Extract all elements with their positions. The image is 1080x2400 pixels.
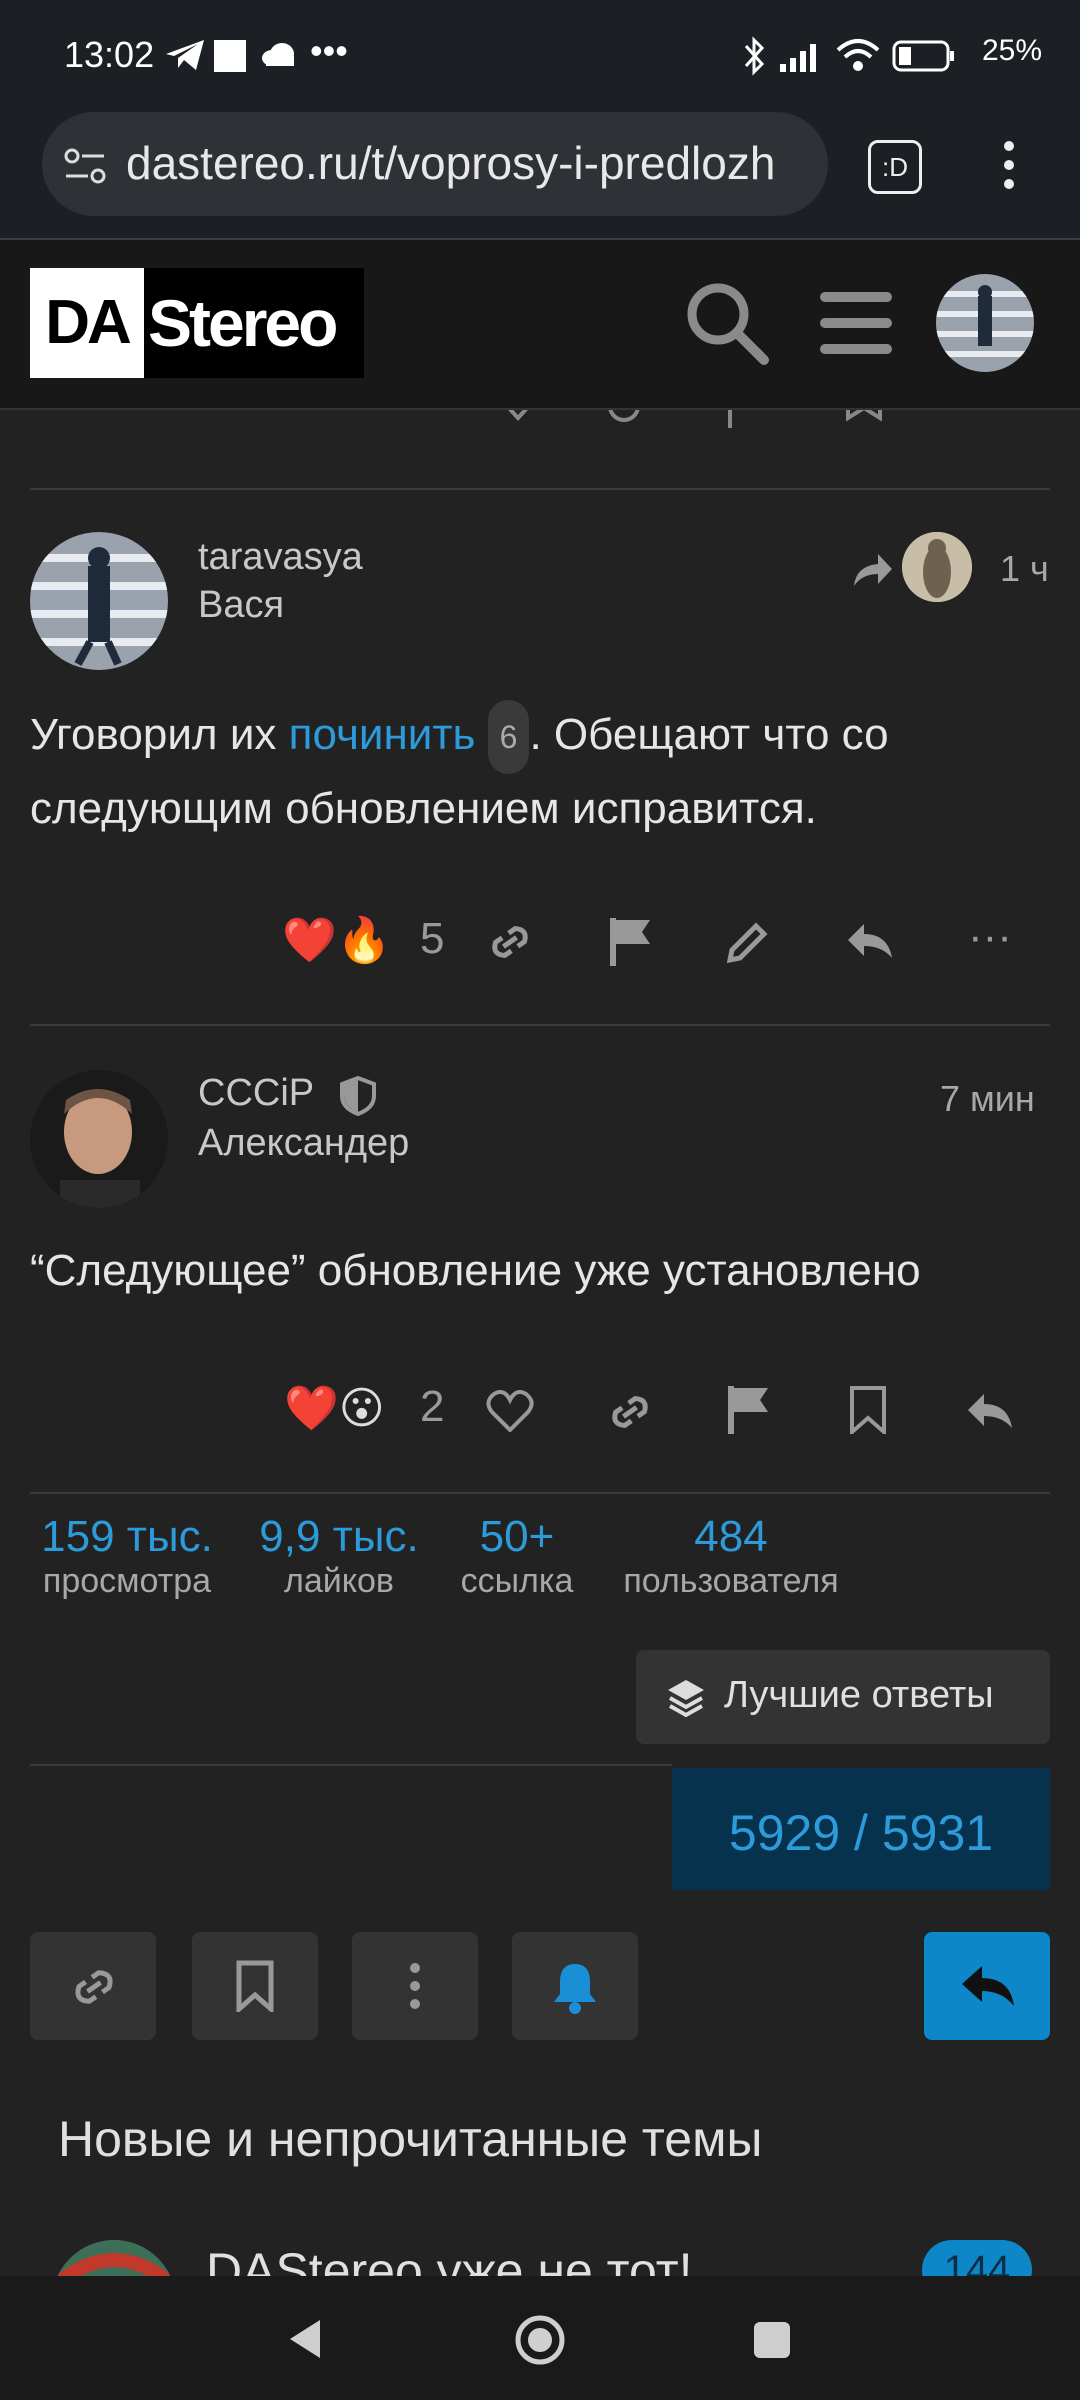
post-time[interactable]: 7 мин bbox=[940, 1078, 1035, 1120]
stat-users[interactable]: 484 пользователя bbox=[604, 1512, 858, 1601]
back-nav-icon[interactable] bbox=[286, 2318, 322, 2360]
post-progress[interactable]: 5929 / 5931 bbox=[672, 1768, 1050, 1890]
reply-icon bbox=[962, 1966, 1014, 2006]
reactions-emoji[interactable]: ❤️🔥 bbox=[282, 914, 392, 966]
reply-to-avatar[interactable] bbox=[902, 532, 972, 602]
layers-icon bbox=[668, 1680, 704, 1718]
topic-title[interactable]: DAStereo уже не тот! bbox=[206, 2242, 693, 2276]
signal-icon bbox=[780, 44, 816, 72]
logo-stereo: Stereo bbox=[148, 286, 338, 360]
topic-avatar bbox=[52, 2240, 176, 2276]
flag-icon[interactable] bbox=[610, 918, 652, 966]
bookmark-topic-button[interactable] bbox=[192, 1932, 318, 2040]
new-topics-heading: Новые и непрочитанные темы bbox=[58, 2111, 763, 2167]
recents-nav-icon[interactable] bbox=[754, 2322, 790, 2358]
stat-likes[interactable]: 9,9 тыс. лайков bbox=[244, 1512, 434, 1601]
post-username[interactable]: CCCiP bbox=[198, 1072, 314, 1115]
site-settings-icon[interactable] bbox=[64, 148, 106, 184]
reply-icon[interactable] bbox=[966, 1392, 1014, 1430]
url-text[interactable]: dastereo.ru/t/voprosy-i-predlozh bbox=[126, 136, 806, 190]
battery-icon bbox=[892, 40, 954, 72]
browser-menu-icon[interactable] bbox=[1002, 140, 1016, 190]
notifications-button[interactable] bbox=[512, 1932, 638, 2040]
post-text-before: Уговорил их bbox=[30, 710, 289, 759]
best-answers-label: Лучшие ответы bbox=[724, 1674, 994, 1716]
stat-label: пользователя bbox=[623, 1562, 839, 1600]
moderator-shield-icon bbox=[340, 1076, 376, 1116]
wifi-icon bbox=[836, 39, 880, 71]
post-username[interactable]: taravasya bbox=[198, 536, 363, 579]
post-time[interactable]: 1 ч bbox=[1000, 548, 1049, 590]
stat-value: 484 bbox=[694, 1512, 768, 1561]
like-heart-icon[interactable] bbox=[486, 1390, 534, 1432]
more-actions-icon[interactable]: ··· bbox=[968, 912, 1012, 962]
reply-topic-button[interactable] bbox=[924, 1932, 1050, 2040]
share-link-button[interactable] bbox=[30, 1932, 156, 2040]
tab-switcher-icon[interactable]: :D bbox=[868, 140, 922, 194]
bookmark-icon bbox=[236, 1960, 274, 2012]
stat-label: лайков bbox=[284, 1562, 394, 1600]
topic-more-button[interactable] bbox=[352, 1932, 478, 2040]
stat-label: ссылка bbox=[460, 1562, 574, 1600]
topic-unread-count: 144 bbox=[922, 2240, 1032, 2276]
previous-post-actions bbox=[0, 410, 1080, 432]
bluetooth-icon bbox=[744, 36, 765, 76]
post-body: “Следующее” обновление уже установлено bbox=[30, 1246, 921, 1295]
post-full-name: Вася bbox=[198, 584, 285, 626]
reply-to-icon[interactable] bbox=[852, 552, 892, 586]
post-divider bbox=[30, 1492, 1050, 1494]
edit-icon[interactable] bbox=[726, 918, 772, 964]
hamburger-menu-icon[interactable] bbox=[820, 290, 892, 356]
topic-list-item[interactable]: DAStereo уже не тот! 144 bbox=[0, 2230, 1080, 2276]
stat-value: 159 тыс. bbox=[41, 1512, 213, 1561]
copy-link-icon[interactable] bbox=[606, 1392, 654, 1432]
post-divider bbox=[30, 488, 1050, 490]
flag-icon[interactable] bbox=[728, 1386, 770, 1434]
user-avatar[interactable] bbox=[936, 274, 1034, 372]
home-nav-icon[interactable] bbox=[514, 2314, 566, 2366]
link-click-count: 6 bbox=[487, 700, 530, 775]
post-body: Уговорил их починить 6. Обещают что со с… bbox=[30, 700, 1050, 844]
post-full-name: Александер bbox=[198, 1122, 410, 1164]
post-progress-text: 5929 / 5931 bbox=[728, 1805, 994, 1861]
post-author-avatar[interactable] bbox=[30, 1070, 168, 1208]
search-icon[interactable] bbox=[684, 280, 770, 366]
stat-value: 9,9 тыс. bbox=[259, 1512, 419, 1561]
copy-link-icon[interactable] bbox=[486, 922, 534, 962]
telegram-icon bbox=[166, 40, 204, 70]
notification-square-icon bbox=[214, 40, 246, 72]
stat-label: просмотра bbox=[42, 1562, 212, 1600]
system-nav-bar bbox=[0, 2276, 1080, 2400]
reactions-emoji[interactable]: ❤️😮 bbox=[284, 1382, 385, 1434]
post-author-avatar[interactable] bbox=[30, 532, 168, 670]
logo-da: DA bbox=[30, 268, 144, 378]
status-bar: 13:02 ••• 25% bbox=[0, 0, 1080, 110]
reply-icon[interactable] bbox=[846, 922, 894, 960]
more-notifications-icon: ••• bbox=[310, 30, 348, 71]
status-time: 13:02 bbox=[64, 34, 155, 75]
site-logo[interactable]: DA Stereo bbox=[30, 268, 364, 378]
bookmark-icon[interactable] bbox=[850, 1386, 886, 1434]
stat-links[interactable]: 50+ ссылка bbox=[446, 1512, 588, 1601]
battery-percent: 25% bbox=[981, 34, 1042, 67]
timeline-divider bbox=[30, 1764, 672, 1766]
stat-value: 50+ bbox=[479, 1512, 555, 1561]
vertical-dots-icon bbox=[410, 1963, 420, 2009]
reaction-count[interactable]: 5 bbox=[420, 914, 444, 964]
stat-views[interactable]: 159 тыс. просмотра bbox=[22, 1512, 232, 1601]
bell-icon bbox=[554, 1964, 596, 2014]
post-link[interactable]: починить bbox=[289, 710, 476, 759]
cloud-icon bbox=[262, 43, 294, 66]
best-answers-button[interactable]: Лучшие ответы bbox=[636, 1650, 1050, 1744]
post-divider bbox=[30, 1024, 1050, 1026]
reaction-count[interactable]: 2 bbox=[420, 1382, 444, 1432]
